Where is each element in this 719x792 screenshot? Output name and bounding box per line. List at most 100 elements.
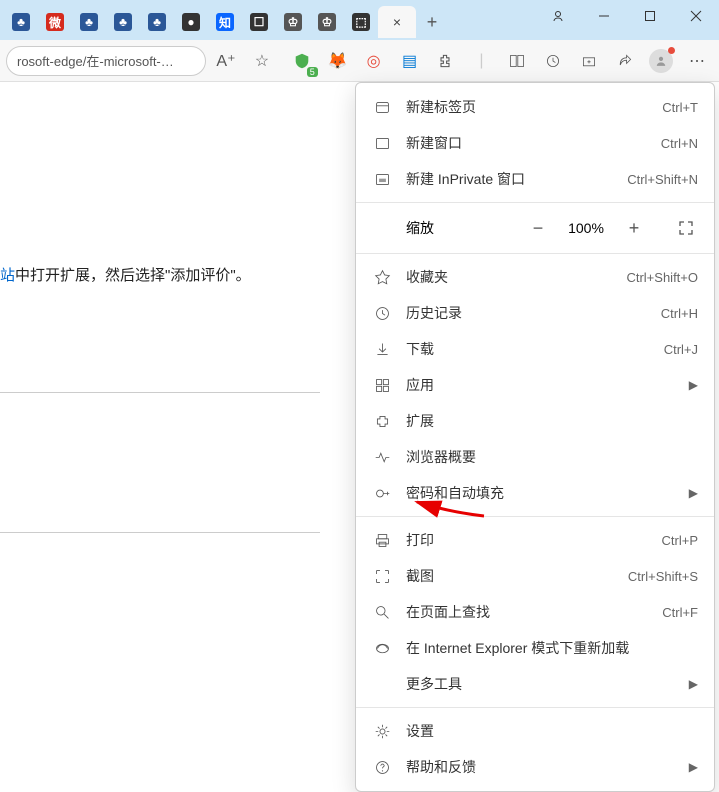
menu-new-window[interactable]: 新建窗口 Ctrl+N bbox=[356, 125, 714, 161]
tab-strip: ♣ 微 ♣ ♣ ♣ ● 知 ☐ ♔ ♔ ⬚ × + bbox=[0, 4, 448, 40]
menu-separator bbox=[356, 202, 714, 203]
new-tab-icon bbox=[372, 97, 392, 117]
menu-shortcut: Ctrl+H bbox=[661, 306, 698, 321]
menu-label: 密码和自动填充 bbox=[406, 483, 681, 503]
divider-line bbox=[0, 392, 320, 393]
settings-menu: 新建标签页 Ctrl+T 新建窗口 Ctrl+N 新建 InPrivate 窗口… bbox=[355, 82, 715, 792]
tab-4[interactable]: ♣ bbox=[140, 6, 174, 38]
menu-label: 历史记录 bbox=[406, 303, 661, 323]
menu-ie-mode[interactable]: 在 Internet Explorer 模式下重新加载 bbox=[356, 630, 714, 666]
zoom-label: 缩放 bbox=[406, 218, 526, 238]
history-icon bbox=[372, 303, 392, 323]
menu-extensions[interactable]: 扩展 bbox=[356, 403, 714, 439]
read-aloud-icon[interactable]: A⁺ bbox=[210, 45, 242, 77]
address-bar[interactable]: rosoft-edge/在-microsoft-… bbox=[6, 46, 206, 76]
split-screen-icon[interactable] bbox=[501, 45, 533, 77]
menu-new-tab[interactable]: 新建标签页 Ctrl+T bbox=[356, 89, 714, 125]
close-tab-icon[interactable]: × bbox=[393, 14, 401, 30]
zoom-out-button[interactable]: − bbox=[526, 216, 550, 240]
title-bar: ♣ 微 ♣ ♣ ♣ ● 知 ☐ ♔ ♔ ⬚ × + bbox=[0, 0, 719, 40]
menu-label: 在 Internet Explorer 模式下重新加载 bbox=[406, 638, 698, 658]
close-window-button[interactable] bbox=[673, 0, 719, 32]
menu-favorites[interactable]: 收藏夹 Ctrl+Shift+O bbox=[356, 259, 714, 295]
search-icon bbox=[372, 602, 392, 622]
divider-line bbox=[0, 532, 320, 533]
menu-label: 设置 bbox=[406, 721, 698, 741]
zoom-value: 100% bbox=[566, 220, 606, 236]
tab-8[interactable]: ♔ bbox=[276, 6, 310, 38]
menu-settings[interactable]: 设置 bbox=[356, 713, 714, 749]
extension-fox-icon[interactable]: 🦊 bbox=[322, 45, 354, 77]
tab-5[interactable]: ● bbox=[174, 6, 208, 38]
menu-shortcut: Ctrl+N bbox=[661, 136, 698, 151]
tab-1[interactable]: 微 bbox=[38, 6, 72, 38]
profile-avatar-icon[interactable] bbox=[645, 45, 677, 77]
favorite-star-icon[interactable]: ☆ bbox=[246, 45, 278, 77]
menu-history[interactable]: 历史记录 Ctrl+H bbox=[356, 295, 714, 331]
inprivate-icon bbox=[372, 169, 392, 189]
new-window-icon bbox=[372, 133, 392, 153]
maximize-button[interactable] bbox=[627, 0, 673, 32]
content-mid: 中打开扩展，然后选择" bbox=[15, 267, 170, 284]
menu-separator bbox=[356, 516, 714, 517]
tab-active[interactable]: × bbox=[378, 6, 416, 38]
tab-0[interactable]: ♣ bbox=[4, 6, 38, 38]
new-tab-button[interactable]: + bbox=[416, 6, 448, 38]
menu-screenshot[interactable]: 截图 Ctrl+Shift+S bbox=[356, 558, 714, 594]
extension-doc-icon[interactable]: ▤ bbox=[394, 45, 426, 77]
menu-label: 打印 bbox=[406, 530, 662, 550]
fullscreen-button[interactable] bbox=[674, 216, 698, 240]
tab-10[interactable]: ⬚ bbox=[344, 6, 378, 38]
content-link[interactable]: 站 bbox=[0, 267, 15, 284]
menu-label: 应用 bbox=[406, 375, 681, 395]
zoom-in-button[interactable]: + bbox=[622, 216, 646, 240]
tab-7[interactable]: ☐ bbox=[242, 6, 276, 38]
tab-2[interactable]: ♣ bbox=[72, 6, 106, 38]
key-icon bbox=[372, 483, 392, 503]
download-icon bbox=[372, 339, 392, 359]
menu-label: 收藏夹 bbox=[406, 267, 626, 287]
menu-label: 更多工具 bbox=[406, 674, 681, 694]
extensions-icon[interactable] bbox=[430, 45, 462, 77]
tab-3[interactable]: ♣ bbox=[106, 6, 140, 38]
menu-shortcut: Ctrl+P bbox=[662, 533, 698, 548]
puzzle-icon bbox=[372, 411, 392, 431]
account-switch-icon[interactable] bbox=[535, 0, 581, 32]
menu-new-inprivate[interactable]: 新建 InPrivate 窗口 Ctrl+Shift+N bbox=[356, 161, 714, 197]
menu-find[interactable]: 在页面上查找 Ctrl+F bbox=[356, 594, 714, 630]
submenu-arrow-icon: ▶ bbox=[689, 760, 698, 774]
menu-browser-essentials[interactable]: 浏览器概要 bbox=[356, 439, 714, 475]
menu-apps[interactable]: 应用 ▶ bbox=[356, 367, 714, 403]
adguard-icon[interactable] bbox=[286, 45, 318, 77]
menu-shortcut: Ctrl+Shift+N bbox=[627, 172, 698, 187]
menu-label: 新建窗口 bbox=[406, 133, 661, 153]
content-bold: 添加评价 bbox=[170, 267, 230, 284]
menu-shortcut: Ctrl+J bbox=[664, 342, 698, 357]
menu-separator bbox=[356, 707, 714, 708]
submenu-arrow-icon: ▶ bbox=[689, 378, 698, 392]
menu-label: 新建标签页 bbox=[406, 97, 662, 117]
menu-more-tools[interactable]: 更多工具 ▶ bbox=[356, 666, 714, 702]
menu-shortcut: Ctrl+T bbox=[662, 100, 698, 115]
screenshot-icon bbox=[372, 566, 392, 586]
menu-downloads[interactable]: 下载 Ctrl+J bbox=[356, 331, 714, 367]
menu-label: 扩展 bbox=[406, 411, 698, 431]
collections-icon[interactable] bbox=[573, 45, 605, 77]
history-icon[interactable] bbox=[537, 45, 569, 77]
menu-label: 截图 bbox=[406, 566, 628, 586]
menu-separator bbox=[356, 253, 714, 254]
content-text: 站中打开扩展，然后选择"添加评价"。 bbox=[0, 264, 251, 285]
vertical-line-sep: | bbox=[465, 45, 497, 77]
tab-9[interactable]: ♔ bbox=[310, 6, 344, 38]
menu-label: 帮助和反馈 bbox=[406, 757, 681, 777]
share-icon[interactable] bbox=[609, 45, 641, 77]
menu-label: 在页面上查找 bbox=[406, 602, 662, 622]
menu-help[interactable]: 帮助和反馈 ▶ bbox=[356, 749, 714, 785]
menu-shortcut: Ctrl+Shift+O bbox=[626, 270, 698, 285]
extension-target-icon[interactable]: ◎ bbox=[358, 45, 390, 77]
menu-passwords[interactable]: 密码和自动填充 ▶ bbox=[356, 475, 714, 511]
menu-print[interactable]: 打印 Ctrl+P bbox=[356, 522, 714, 558]
more-menu-button[interactable]: ⋯ bbox=[681, 45, 713, 77]
tab-6[interactable]: 知 bbox=[208, 6, 242, 38]
minimize-button[interactable] bbox=[581, 0, 627, 32]
